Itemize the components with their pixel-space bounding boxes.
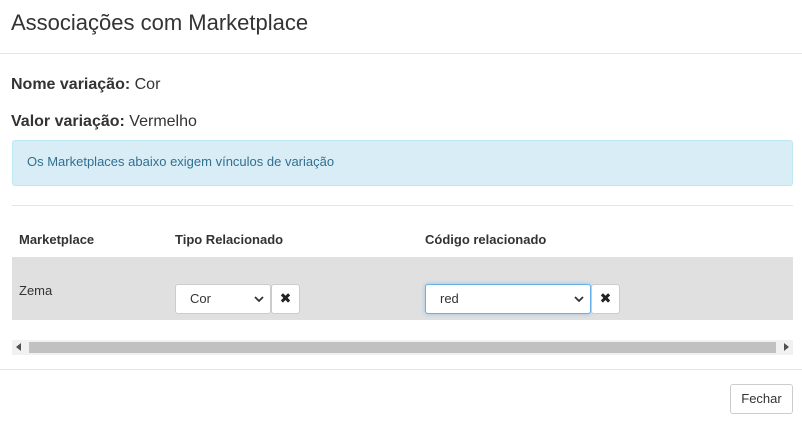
clear-codigo-button[interactable]: ✖	[591, 284, 620, 314]
column-header-codigo-relacionado: Código relacionado	[425, 232, 547, 247]
modal-title: Associações com Marketplace	[11, 10, 309, 35]
tipo-relacionado-selected-value: Cor	[190, 291, 211, 306]
column-header-marketplace: Marketplace	[19, 232, 95, 247]
divider	[12, 205, 793, 206]
tipo-relacionado-select[interactable]: Cor	[175, 284, 271, 314]
variation-name-value: Cor	[134, 76, 161, 93]
chevron-down-icon	[254, 296, 264, 303]
clear-tipo-button[interactable]: ✖	[271, 284, 300, 314]
modal-header: Associações com Marketplace	[0, 0, 802, 54]
horizontal-scrollbar[interactable]	[12, 340, 793, 355]
variation-value-line: Valor variação: Vermelho	[11, 113, 197, 131]
marketplace-cell: Zema	[19, 283, 53, 298]
close-button[interactable]: Fechar	[730, 384, 793, 414]
variation-name-line: Nome variação: Cor	[11, 76, 160, 94]
times-icon: ✖	[599, 290, 612, 306]
codigo-relacionado-select[interactable]: red	[425, 284, 591, 314]
footer-divider	[0, 369, 802, 370]
table-row	[12, 257, 793, 320]
scrollbar-thumb[interactable]	[29, 342, 776, 353]
scroll-right-arrow-icon[interactable]	[784, 343, 789, 351]
variation-name-label: Nome variação:	[11, 76, 131, 93]
codigo-relacionado-selected-value: red	[440, 291, 459, 306]
times-icon: ✖	[279, 290, 292, 306]
chevron-down-icon	[574, 296, 584, 303]
variation-value-value: Vermelho	[129, 113, 197, 130]
info-alert: Os Marketplaces abaixo exigem vínculos d…	[12, 140, 793, 186]
scroll-left-arrow-icon[interactable]	[16, 343, 21, 351]
column-header-tipo-relacionado: Tipo Relacionado	[175, 232, 284, 247]
variation-value-label: Valor variação:	[11, 113, 125, 130]
